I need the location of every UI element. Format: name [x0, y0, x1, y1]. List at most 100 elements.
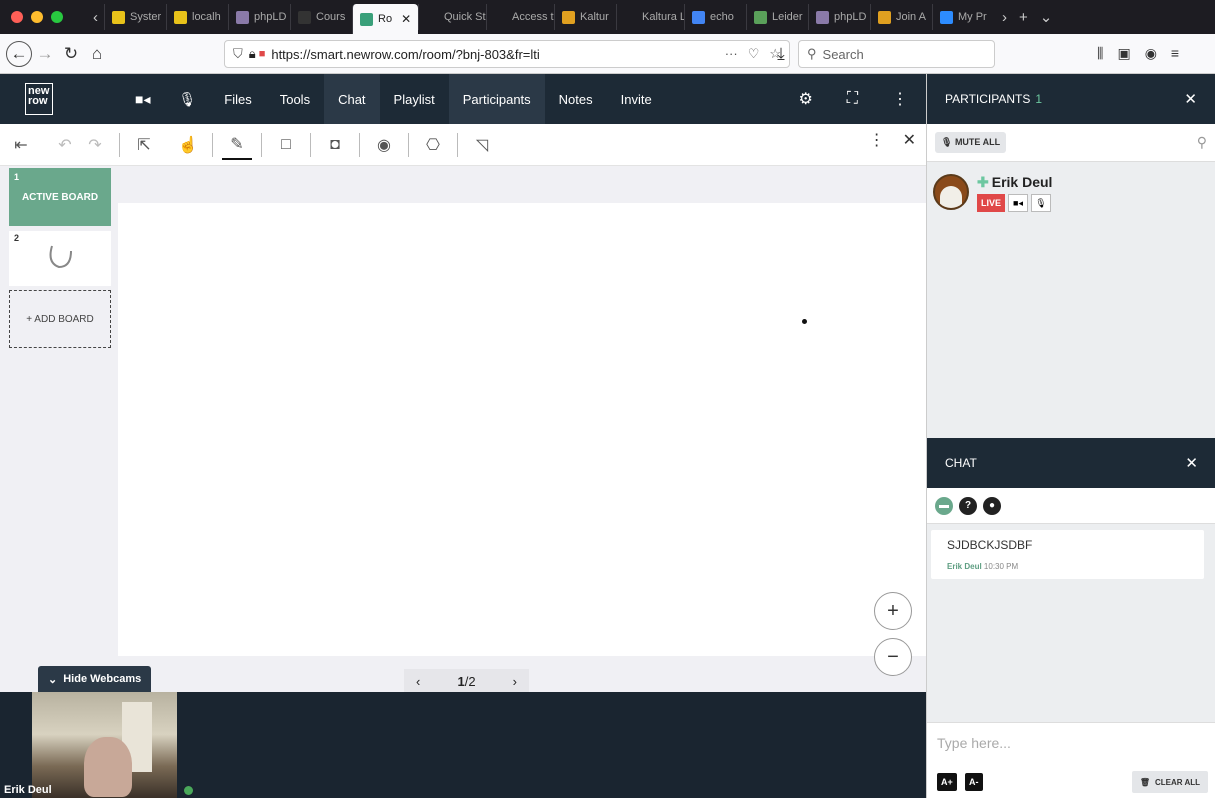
menu-item-participants[interactable]: Participants: [448, 74, 545, 124]
font-increase-button[interactable]: A+: [937, 773, 957, 791]
browser-tab-10[interactable]: Leider: [746, 4, 808, 30]
add-board-button[interactable]: + ADD BOARD: [9, 290, 111, 348]
account-icon[interactable]: ◉: [1145, 45, 1157, 62]
tab-label: Syster: [130, 11, 162, 23]
browser-tab-1[interactable]: localh: [166, 4, 228, 30]
chat-questions-tab-icon[interactable]: ?: [959, 496, 977, 515]
reload-icon[interactable]: ↻: [58, 41, 84, 67]
browser-tab-11[interactable]: phpLD: [808, 4, 870, 30]
back-arrow-icon[interactable]: ←: [6, 40, 32, 67]
close-tab-icon[interactable]: ✕: [401, 12, 411, 26]
tab-label: Ro: [378, 13, 393, 25]
tab-favicon-icon: [236, 10, 249, 24]
settings-gear-icon[interactable]: ⚙: [798, 89, 812, 109]
mute-all-button[interactable]: 🎙︎ MUTE ALL: [935, 132, 1007, 153]
participant-camera-icon[interactable]: ■◂: [1008, 194, 1029, 212]
chat-settings-tab-icon[interactable]: ●: [983, 496, 1001, 515]
participant-item[interactable]: ✚ Erik Deul LIVE ■◂ 🎙︎: [933, 174, 1052, 212]
browser-tab-0[interactable]: Syster: [104, 4, 166, 30]
zoom-window-button[interactable]: [51, 11, 63, 23]
app-top-bar: new row ■◂ 🎙︎ Files Tools Chat Playlist Parti…: [0, 74, 926, 124]
font-decrease-button[interactable]: A-: [965, 773, 983, 791]
browser-tab-6[interactable]: Access to: [486, 4, 554, 30]
pencil-icon[interactable]: ✎: [222, 130, 252, 160]
zoom-out-button[interactable]: −: [874, 638, 912, 676]
board-item-1[interactable]: 1 ACTIVE BOARD: [9, 168, 111, 226]
tab-list-chevron-down-icon[interactable]: ⌄: [1040, 8, 1053, 26]
more-vertical-icon[interactable]: ⋮: [869, 130, 885, 150]
zoom-in-button[interactable]: +: [874, 592, 912, 630]
tab-label: phpLD: [254, 11, 287, 23]
undo-icon[interactable]: ↶: [50, 130, 80, 160]
lock-icon[interactable]: 🔒︎: [249, 46, 256, 62]
participants-count: 1: [1035, 92, 1043, 106]
more-actions-icon[interactable]: ···: [725, 46, 738, 62]
browser-tab-9[interactable]: echo: [684, 4, 746, 30]
chat-input-area[interactable]: Type here... A+ A- 🗑︎ CLEAR ALL: [927, 722, 1215, 798]
search-input[interactable]: ⚲ Search: [798, 40, 995, 68]
browser-tab-8[interactable]: Kaltura Liv: [616, 4, 684, 30]
search-icon: ⚲: [807, 46, 817, 61]
close-window-button[interactable]: [11, 11, 23, 23]
forward-arrow-icon[interactable]: →: [32, 41, 58, 67]
close-participants-icon[interactable]: ✕: [1184, 90, 1197, 108]
home-icon[interactable]: ⌂: [84, 41, 110, 67]
prev-page-icon[interactable]: ‹: [416, 674, 420, 689]
browser-tab-5[interactable]: Quick Star: [418, 4, 486, 30]
menu-item-chat[interactable]: Chat: [324, 74, 380, 124]
pocket-icon[interactable]: ♡: [748, 46, 760, 62]
tab-scroll-left-icon[interactable]: ‹: [93, 9, 98, 26]
menu-item-invite[interactable]: Invite: [607, 74, 666, 124]
shield-icon[interactable]: ⛉: [233, 46, 243, 62]
menu-item-playlist[interactable]: Playlist: [380, 74, 449, 124]
participants-header: PARTICIPANTS 1 ✕: [927, 74, 1215, 124]
url-bar[interactable]: ⛉ 🔒︎ ■ https://smart.newrow.com/room/?bn…: [224, 40, 790, 68]
select-pointer-icon[interactable]: ⇱: [129, 130, 159, 160]
hide-webcams-button[interactable]: ⌄ Hide Webcams: [38, 666, 152, 692]
board-item-2[interactable]: 2: [9, 231, 111, 286]
browser-tab-3[interactable]: Cours: [290, 4, 352, 30]
hamburger-menu-icon[interactable]: ≡: [1171, 45, 1179, 62]
more-vertical-icon[interactable]: ⋮: [892, 89, 908, 109]
snapshot-camera-icon[interactable]: ⎔: [418, 130, 448, 160]
browser-tab-4[interactable]: Ro ✕: [352, 4, 418, 34]
browser-tab-7[interactable]: Kaltur: [554, 4, 616, 30]
library-icon[interactable]: ⫼: [1097, 45, 1103, 62]
menu-item-files[interactable]: Files: [210, 74, 265, 124]
camera-permission-icon[interactable]: ■: [259, 48, 266, 60]
whiteboard-canvas[interactable]: [118, 203, 926, 656]
participant-mic-icon[interactable]: 🎙︎: [1031, 194, 1052, 212]
fill-square-icon[interactable]: ◘: [320, 130, 350, 160]
menu-item-tools[interactable]: Tools: [266, 74, 324, 124]
menu-item-notes[interactable]: Notes: [545, 74, 607, 124]
minimize-window-button[interactable]: [31, 11, 43, 23]
chat-messages-tab-icon[interactable]: ▬: [935, 496, 953, 515]
chat-section: CHAT ✕ ▬ ? ● SJDBCKJSDBF Erik Deul 10:30…: [927, 438, 1215, 798]
clear-all-button[interactable]: 🗑︎ CLEAR ALL: [1131, 771, 1208, 793]
chat-title: CHAT: [945, 456, 977, 470]
chat-message: SJDBCKJSDBF Erik Deul 10:30 PM: [931, 530, 1204, 579]
sidebar-icon[interactable]: ▣: [1117, 45, 1130, 62]
collapse-boards-icon[interactable]: ⇤: [6, 130, 36, 160]
stroke-circle-icon[interactable]: ◉: [369, 130, 399, 160]
next-page-icon[interactable]: ›: [513, 674, 517, 689]
click-pointer-icon[interactable]: ☝: [173, 130, 203, 160]
tab-scroll-right-icon[interactable]: ›: [1002, 9, 1007, 26]
close-whiteboard-icon[interactable]: ✕: [903, 130, 916, 150]
microphone-icon[interactable]: 🎙︎: [164, 74, 210, 124]
redo-icon[interactable]: ↷: [80, 130, 110, 160]
chat-input-placeholder[interactable]: Type here...: [937, 735, 1011, 751]
browser-tab-13[interactable]: My Pr: [932, 4, 994, 30]
browser-tab-12[interactable]: Join A: [870, 4, 932, 30]
fullscreen-icon[interactable]: ⛶: [847, 90, 858, 108]
close-chat-icon[interactable]: ✕: [1185, 454, 1198, 472]
shape-square-icon[interactable]: □: [271, 130, 301, 160]
camera-toggle-icon[interactable]: ■◂: [121, 74, 164, 124]
webcam-video[interactable]: [32, 692, 177, 798]
new-tab-icon[interactable]: +: [1019, 9, 1028, 26]
browser-tab-2[interactable]: phpLD: [228, 4, 290, 30]
download-icon[interactable]: ⤓: [768, 41, 794, 67]
search-participants-icon[interactable]: ⚲: [1197, 134, 1207, 151]
clear-board-icon[interactable]: ◹: [467, 130, 497, 160]
webcam-status-dot: [184, 786, 193, 795]
